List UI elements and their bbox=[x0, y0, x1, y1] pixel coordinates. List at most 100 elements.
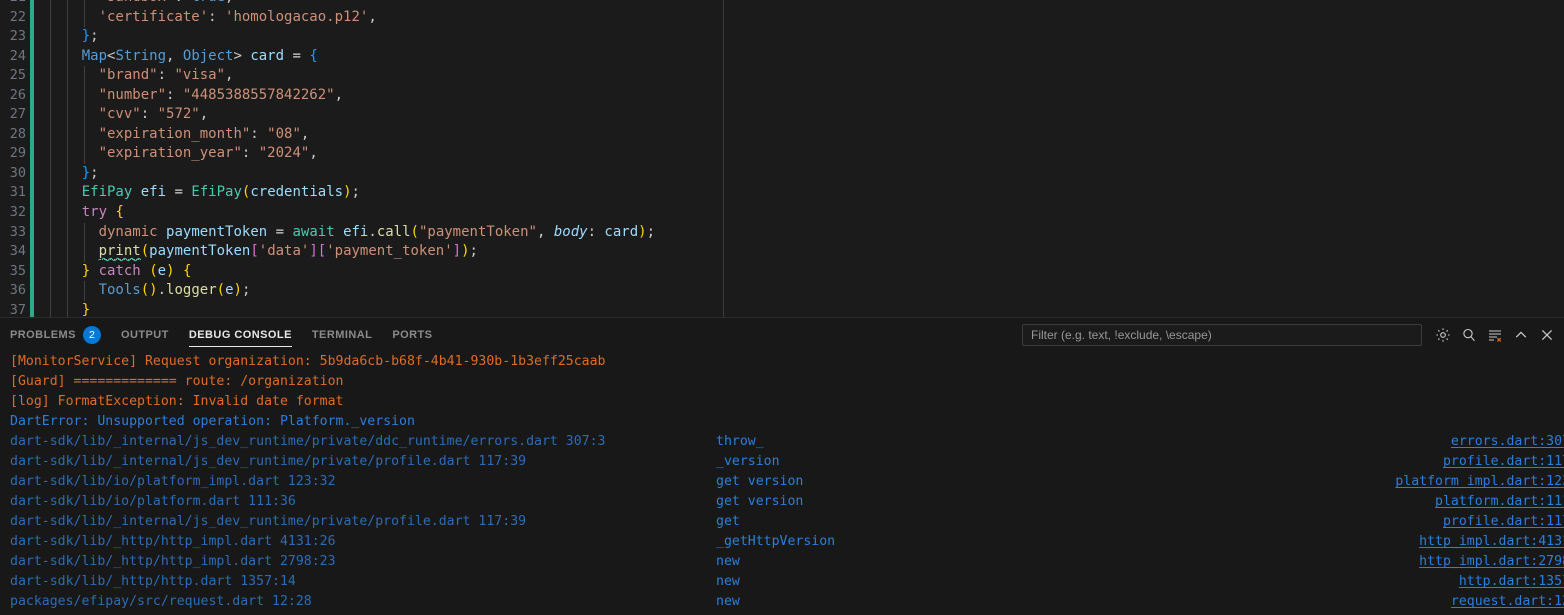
code-line[interactable]: 31 EfiPay efi = EfiPay(credentials); bbox=[0, 183, 723, 204]
code-line-text: try { bbox=[81, 204, 124, 221]
console-message-text: dart-sdk/lib/_http/http.dart 1357:14 bbox=[10, 574, 296, 590]
editor-group-right[interactable] bbox=[724, 0, 1564, 318]
stack-frame-source-link[interactable]: errors.dart:307 bbox=[1451, 432, 1564, 452]
stack-frame-source-link[interactable]: profile.dart:117 bbox=[1443, 512, 1564, 532]
code-line-text: "number": "4485388557842262", bbox=[98, 86, 344, 103]
console-message-text: dart-sdk/lib/io/platform.dart 111:36 bbox=[10, 494, 296, 510]
code-line[interactable]: 27 "cvv": "572", bbox=[0, 105, 723, 125]
code-content[interactable]: 21 'sandbox': true,22 'certificate': 'ho… bbox=[0, 0, 723, 318]
console-row[interactable]: dart-sdk/lib/io/platform.dart 111:36 get … bbox=[10, 492, 1564, 512]
stack-frame-function: new bbox=[716, 554, 740, 570]
code-line[interactable]: 22 'certificate': 'homologacao.p12', bbox=[0, 7, 723, 28]
console-message-text: dart-sdk/lib/io/platform_impl.dart 123:3… bbox=[10, 474, 336, 490]
console-row[interactable]: dart-sdk/lib/_http/http_impl.dart 2798:2… bbox=[10, 552, 1564, 572]
git-modified-indicator bbox=[30, 222, 34, 243]
code-line[interactable]: 21 'sandbox': true, bbox=[0, 0, 723, 8]
stack-frame-source-link[interactable]: http.dart:1357 bbox=[1459, 572, 1564, 592]
git-modified-indicator bbox=[30, 203, 34, 223]
stack-frame-source-link[interactable]: profile.dart:117 bbox=[1443, 452, 1564, 472]
code-line[interactable]: 35 } catch (e) { bbox=[0, 261, 723, 282]
stack-frame-function: throw_ bbox=[716, 434, 764, 450]
console-row[interactable]: [MonitorService] Request organization: 5… bbox=[10, 352, 1564, 372]
code-line[interactable]: 30 }; bbox=[0, 163, 723, 184]
panel-tab-label: PROBLEMS bbox=[10, 329, 76, 342]
console-message-text: [Guard] ============= route: /organizati… bbox=[10, 374, 344, 390]
console-row[interactable]: DartError: Unsupported operation: Platfo… bbox=[10, 412, 1564, 432]
gear-icon[interactable] bbox=[1430, 323, 1456, 347]
debug-console-output[interactable]: [MonitorService] Request organization: 5… bbox=[0, 352, 1564, 615]
code-line[interactable]: 33 dynamic paymentToken = await efi.call… bbox=[0, 222, 723, 243]
code-line-text: 'sandbox': true, bbox=[48, 0, 234, 8]
line-number: 37 bbox=[9, 301, 26, 318]
line-number: 22 bbox=[9, 8, 26, 25]
filter-box[interactable] bbox=[1022, 324, 1422, 347]
stack-frame-function: _getHttpVersion bbox=[716, 534, 836, 550]
panel-actions bbox=[1022, 318, 1564, 352]
code-line[interactable]: 37 } bbox=[0, 300, 723, 318]
code-line[interactable]: 32 try { bbox=[0, 203, 723, 223]
code-line-text: } bbox=[81, 301, 91, 318]
search-icon[interactable] bbox=[1456, 323, 1482, 347]
console-row[interactable]: dart-sdk/lib/_internal/js_dev_runtime/pr… bbox=[10, 452, 1564, 472]
stack-frame-function: new bbox=[716, 594, 740, 610]
code-line[interactable]: 36 Tools().logger(e); bbox=[0, 281, 723, 301]
git-modified-indicator bbox=[30, 300, 34, 318]
code-line[interactable]: 23 }; bbox=[0, 27, 723, 47]
clear-console-icon[interactable] bbox=[1482, 323, 1508, 347]
code-line[interactable]: 29 "expiration_year": "2024", bbox=[0, 144, 723, 164]
console-row[interactable]: [Guard] ============= route: /organizati… bbox=[10, 372, 1564, 392]
code-line[interactable]: 26 "number": "4485388557842262", bbox=[0, 85, 723, 106]
stack-frame-source-link[interactable]: platform.dart:111 bbox=[1435, 492, 1564, 512]
code-line[interactable]: 25 "brand": "visa", bbox=[0, 66, 723, 86]
line-number: 21 bbox=[0, 0, 26, 8]
line-number: 36 bbox=[9, 282, 26, 299]
code-line-text: "brand": "visa", bbox=[98, 67, 234, 84]
console-row[interactable]: [log] FormatException: Invalid date form… bbox=[10, 392, 1564, 412]
panel-tab-output[interactable]: OUTPUT bbox=[111, 318, 179, 352]
code-line[interactable]: 34 print(paymentToken['data']['payment_t… bbox=[0, 242, 723, 262]
console-row[interactable]: dart-sdk/lib/_internal/js_dev_runtime/pr… bbox=[10, 432, 1564, 452]
code-line-text: "cvv": "572", bbox=[98, 106, 209, 123]
git-modified-indicator bbox=[30, 261, 34, 282]
line-number: 33 bbox=[9, 223, 26, 240]
console-message-text: dart-sdk/lib/_internal/js_dev_runtime/pr… bbox=[10, 434, 606, 450]
console-row[interactable]: dart-sdk/lib/_http/http_impl.dart 4131:2… bbox=[10, 532, 1564, 552]
panel-header: PROBLEMS 2 OUTPUT DEBUG CONSOLE TERMINAL PORT… bbox=[0, 318, 1564, 353]
stack-frame-source-link[interactable]: http_impl.dart:4131 bbox=[1419, 532, 1564, 552]
code-line-text: }; bbox=[81, 28, 99, 45]
close-icon[interactable] bbox=[1534, 323, 1560, 347]
line-number: 31 bbox=[9, 184, 26, 201]
git-modified-indicator bbox=[30, 7, 34, 28]
code-line[interactable]: 28 "expiration_month": "08", bbox=[0, 124, 723, 145]
console-row[interactable]: dart-sdk/lib/_http/http.dart 1357:14 new h… bbox=[10, 572, 1564, 592]
code-line[interactable]: 24 Map<String, Object> card = { bbox=[0, 46, 723, 67]
code-line-text: EfiPay efi = EfiPay(credentials); bbox=[81, 184, 360, 201]
status-badge: 2 bbox=[82, 326, 101, 345]
chevron-up-icon[interactable] bbox=[1508, 323, 1534, 347]
panel-tab-terminal[interactable]: TERMINAL bbox=[302, 318, 382, 352]
stack-frame-source-link[interactable]: request.dart:12 bbox=[1451, 592, 1564, 612]
git-modified-indicator bbox=[30, 0, 34, 8]
stack-frame-function: get version bbox=[716, 494, 804, 510]
panel-tab-list[interactable]: PROBLEMS 2 OUTPUT DEBUG CONSOLE TERMINAL PORT… bbox=[0, 318, 442, 352]
git-modified-indicator bbox=[30, 163, 34, 184]
git-modified-indicator bbox=[30, 144, 34, 164]
console-message-text: packages/efipay/src/request.dart 12:28 bbox=[10, 594, 312, 610]
console-row[interactable]: packages/efipay/src/request.dart 12:28 ne… bbox=[10, 592, 1564, 612]
git-modified-indicator bbox=[30, 242, 34, 262]
console-row[interactable]: dart-sdk/lib/io/platform_impl.dart 123:3… bbox=[10, 472, 1564, 492]
editor-group-left[interactable]: 21 'sandbox': true,22 'certificate': 'ho… bbox=[0, 0, 723, 318]
panel-tab-problems[interactable]: PROBLEMS 2 bbox=[0, 318, 111, 352]
code-line-text: Tools().logger(e); bbox=[98, 282, 251, 299]
stack-frame-function: new bbox=[716, 574, 740, 590]
vscode-window: 21 'sandbox': true,22 'certificate': 'ho… bbox=[0, 0, 1564, 615]
filter-input[interactable] bbox=[1029, 327, 1415, 344]
panel-tab-debug-console[interactable]: DEBUG CONSOLE bbox=[179, 318, 302, 352]
console-message-text: [log] FormatException: Invalid date form… bbox=[10, 394, 344, 410]
console-row[interactable]: dart-sdk/lib/_internal/js_dev_runtime/pr… bbox=[10, 512, 1564, 532]
console-message-text: [MonitorService] Request organization: 5… bbox=[10, 354, 606, 370]
panel-tab-ports[interactable]: PORTS bbox=[382, 318, 442, 352]
stack-frame-source-link[interactable]: platform_impl.dart:123 bbox=[1395, 472, 1564, 492]
code-line-text: 'certificate': 'homologacao.p12', bbox=[98, 8, 377, 25]
stack-frame-source-link[interactable]: http_impl.dart:2798 bbox=[1419, 552, 1564, 572]
